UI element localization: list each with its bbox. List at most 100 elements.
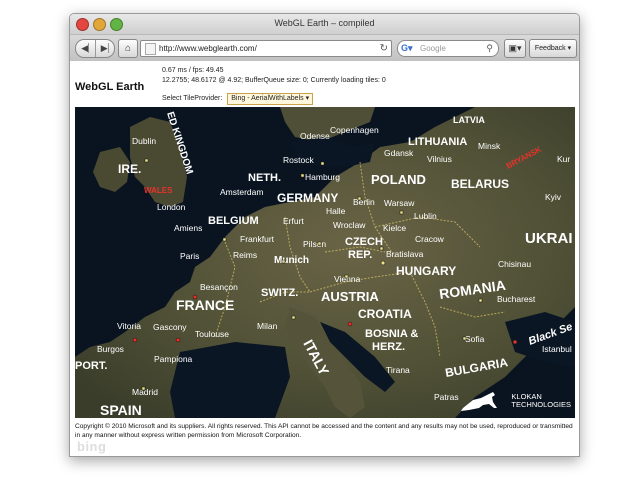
city-marker — [357, 196, 362, 201]
city-marker — [281, 259, 286, 264]
city-marker — [344, 274, 349, 279]
city-label: Gascony — [153, 322, 187, 332]
country-label: NETH. — [248, 172, 281, 184]
city-marker — [192, 294, 198, 300]
city-label: Odense — [300, 131, 330, 141]
city-label: Bratislava — [386, 249, 424, 259]
bookmarks-icon: ▣▾ — [508, 43, 522, 53]
tile-provider-select[interactable]: Bing - AerialWithLabels ▾ — [227, 93, 314, 105]
country-label: WALES — [144, 186, 173, 195]
browser-window: WebGL Earth – compiled ◀ ▶ ⌂ http://www.… — [69, 13, 580, 457]
country-label: IRE. — [118, 162, 141, 176]
feedback-label: Feedback — [534, 45, 566, 52]
back-button[interactable]: ◀ — [76, 40, 96, 57]
city-label: Burgos — [97, 344, 124, 354]
city-label: Frankfurt — [240, 234, 275, 244]
city-label: Besançon — [200, 282, 238, 292]
feedback-button[interactable]: Feedback ▾ — [529, 39, 577, 58]
reload-icon[interactable]: ↻ — [380, 41, 388, 56]
tile-provider-label: Select TileProvider: — [162, 95, 223, 102]
country-label: LITHUANIA — [408, 136, 467, 148]
country-label: AUSTRIA — [321, 289, 379, 304]
city-marker — [300, 173, 305, 178]
country-label: UKRAI — [525, 230, 573, 247]
kangaroo-icon — [461, 392, 498, 411]
forward-button[interactable]: ▶ — [96, 40, 115, 57]
magnifier-icon[interactable]: ⚲ — [486, 41, 493, 56]
city-label: Chisinau — [498, 259, 531, 269]
city-label: Dublin — [132, 136, 156, 146]
city-label: Kyiv — [545, 192, 562, 202]
tile-provider-value: Bing - AerialWithLabels — [231, 95, 304, 102]
country-label: CZECH — [345, 236, 383, 248]
city-label: Kur — [557, 154, 570, 164]
city-label: Paris — [180, 251, 199, 261]
city-label: Copenhagen — [330, 125, 379, 135]
city-label: Toulouse — [195, 329, 229, 339]
city-label: Warsaw — [384, 198, 415, 208]
city-marker — [144, 158, 149, 163]
country-label: HUNGARY — [396, 264, 456, 278]
city-marker — [132, 337, 138, 343]
city-marker — [175, 337, 181, 343]
country-label: BELGIUM — [208, 215, 259, 227]
city-marker — [478, 298, 483, 303]
city-label: Milan — [257, 321, 278, 331]
country-label: SPAIN — [100, 402, 142, 418]
city-label: Patras — [434, 392, 459, 402]
city-label: Amsterdam — [220, 187, 263, 197]
city-label: Wroclaw — [333, 220, 366, 230]
city-label: Tirana — [386, 365, 410, 375]
country-label: REP. — [348, 249, 372, 261]
window-title: WebGL Earth – compiled — [274, 18, 375, 28]
city-label: Vitoria — [117, 321, 141, 331]
bing-logo: bing — [77, 439, 107, 454]
city-label: Amiens — [174, 223, 202, 233]
map-canvas[interactable]: ED KINGDOM IRE. NETH. GERMANY POLAND BEL… — [75, 107, 575, 418]
city-label: Bucharest — [497, 294, 536, 304]
stats-panel: 0.67 ms / fps: 49.45 12.2755; 48.6172 @ … — [162, 66, 386, 86]
fps-readout: 0.67 ms / fps: 49.45 — [162, 67, 224, 74]
city-marker — [462, 336, 467, 341]
city-label: Berlin — [353, 197, 375, 207]
city-label: Istanbul — [542, 344, 572, 354]
copyright-notice: Copyright © 2010 Microsoft and its suppl… — [75, 423, 573, 439]
search-bar[interactable]: G▾ Google ⚲ — [397, 40, 499, 57]
city-label: Gdansk — [384, 148, 414, 158]
page-favicon-icon — [145, 43, 156, 55]
city-marker — [399, 210, 404, 215]
city-marker — [317, 241, 322, 246]
city-marker — [512, 339, 518, 345]
city-marker — [379, 246, 384, 251]
city-label: Minsk — [478, 141, 501, 151]
country-label: BELARUS — [451, 177, 509, 191]
country-label: HERZ. — [372, 341, 405, 353]
page-title: WebGL Earth — [75, 81, 145, 93]
city-label: Pilsen — [303, 239, 326, 249]
city-marker — [320, 161, 325, 166]
url-bar[interactable]: http://www.webglearth.com/ ↻ — [140, 40, 392, 57]
city-label: Sofia — [465, 334, 485, 344]
city-marker — [291, 315, 296, 320]
city-label: Pampiona — [154, 354, 193, 364]
city-label: Kielce — [383, 223, 406, 233]
logo-line-2: TECHNOLOGIES — [511, 400, 571, 409]
nav-buttons: ◀ ▶ — [75, 39, 115, 58]
home-button[interactable]: ⌂ — [118, 39, 138, 58]
city-label: Lublin — [414, 211, 437, 221]
city-marker — [141, 386, 146, 391]
city-label: Halle — [326, 206, 346, 216]
title-bar: WebGL Earth – compiled — [70, 14, 579, 35]
google-icon: G▾ — [401, 43, 413, 53]
city-label: Erfurt — [283, 216, 304, 226]
bookmarks-button[interactable]: ▣▾ — [504, 39, 526, 58]
city-label: Munich — [274, 255, 309, 266]
position-readout: 12.2755; 48.6172 @ 4.92; BufferQueue siz… — [162, 77, 386, 84]
country-label: SWITZ. — [261, 287, 298, 299]
city-marker — [380, 260, 386, 266]
url-text: http://www.webglearth.com/ — [159, 44, 257, 53]
city-marker — [347, 321, 353, 327]
browser-toolbar: ◀ ▶ ⌂ http://www.webglearth.com/ ↻ G▾ Go… — [70, 35, 579, 62]
page-content: WebGL Earth 0.67 ms / fps: 49.45 12.2755… — [70, 61, 579, 456]
city-marker — [222, 237, 227, 242]
